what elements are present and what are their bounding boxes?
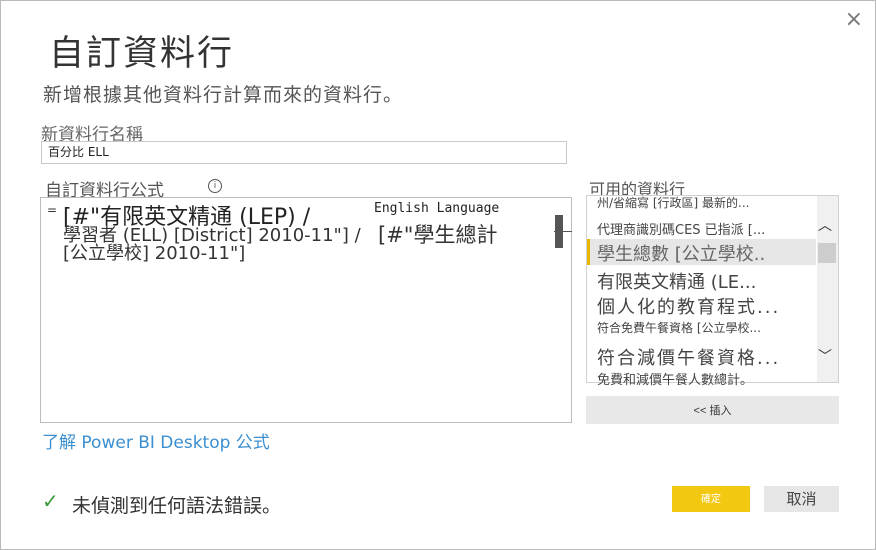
info-icon[interactable]: i	[208, 179, 222, 193]
dialog-title: 自訂資料行	[49, 34, 235, 74]
chevron-down-icon[interactable]: ﹀	[818, 346, 832, 366]
columns-scroll-thumb[interactable]	[818, 243, 836, 263]
syntax-status-text: 未偵測到任何語法錯誤。	[72, 495, 282, 517]
column-item[interactable]: 州/省縮寫 [行政區] 最新的...	[597, 194, 749, 211]
formula-english-overlay: English Language	[374, 201, 500, 216]
ok-button[interactable]: 確定	[672, 486, 750, 512]
column-item[interactable]: 代理商識別碼CES 已指派 [...	[597, 219, 765, 238]
formula-line-3: [公立學校] 2010-11"]	[63, 243, 246, 264]
editor-cursor-line	[554, 231, 572, 232]
column-item[interactable]: 免費和減價午餐人數總計。	[597, 369, 753, 388]
insert-button[interactable]: << 插入	[586, 396, 839, 424]
column-item[interactable]: 有限英文精通 (LE...	[597, 268, 756, 294]
chevron-up-icon[interactable]: ︿	[818, 215, 832, 235]
column-item[interactable]: 符合減價午餐資格...	[597, 344, 780, 370]
column-item-selected[interactable]: 學生總數 [公立學校..	[597, 240, 765, 266]
close-icon[interactable]: ×	[845, 9, 863, 31]
custom-column-dialog: × 自訂資料行 新增根據其他資料行計算而來的資料行。 新資料行名稱 百分比 EL…	[0, 0, 876, 550]
formula-student-overlay: [#"學生總計	[378, 223, 498, 247]
column-item[interactable]: 個人化的教育程式...	[597, 293, 780, 319]
column-name-input[interactable]: 百分比 ELL	[41, 141, 567, 164]
dialog-subtitle: 新增根據其他資料行計算而來的資料行。	[43, 84, 404, 106]
cancel-button[interactable]: 取消	[764, 486, 839, 512]
formula-equals: =	[47, 203, 58, 217]
learn-formulas-link[interactable]: 了解 Power BI Desktop 公式	[42, 428, 270, 453]
column-item[interactable]: 符合免費午餐資格 [公立學校...	[597, 319, 761, 336]
check-icon: ✓	[42, 489, 59, 513]
